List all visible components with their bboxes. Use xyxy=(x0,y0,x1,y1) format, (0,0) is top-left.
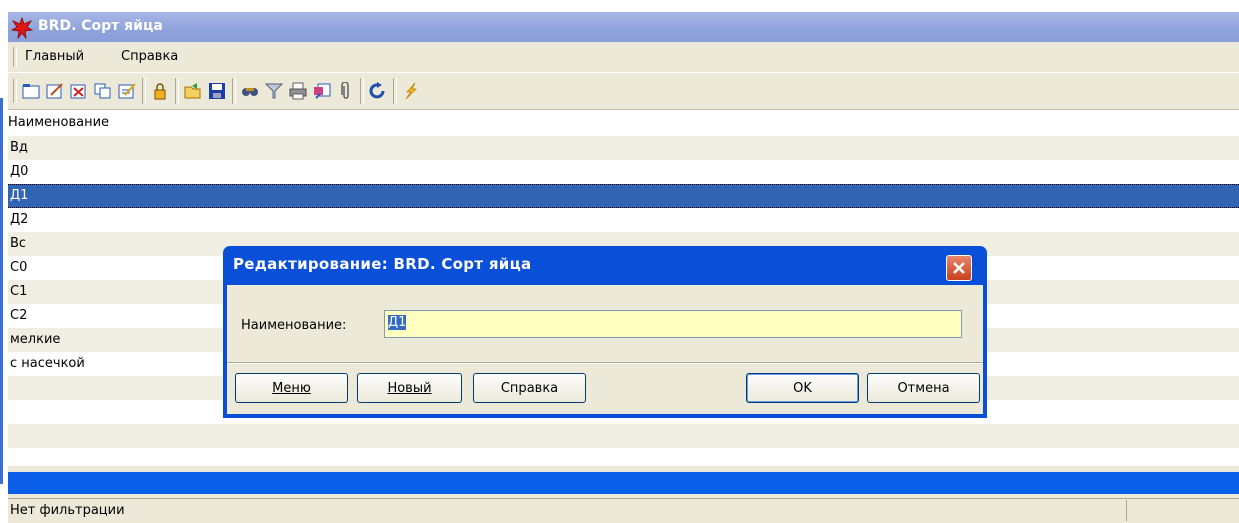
title-bar[interactable]: BRD. Сорт яйца xyxy=(8,12,1239,42)
copy-icon[interactable] xyxy=(92,80,114,102)
menu-help[interactable]: Справка xyxy=(119,49,180,64)
print-icon[interactable] xyxy=(287,80,309,102)
dialog-title: Редактирование: BRD. Сорт яйца xyxy=(233,255,532,273)
attach-icon[interactable] xyxy=(335,80,357,102)
menu-button-label: Меню xyxy=(272,380,311,396)
toolbar xyxy=(8,73,1239,110)
folder-icon[interactable] xyxy=(20,80,42,102)
new-button[interactable]: Новый xyxy=(357,373,462,403)
toolbar-separator xyxy=(142,78,146,104)
row-cell: С2 xyxy=(10,308,28,323)
lock-icon[interactable] xyxy=(149,80,171,102)
dialog-separator xyxy=(227,362,983,364)
name-field-label: Наименование: xyxy=(241,318,347,333)
red-star-icon xyxy=(10,16,34,40)
window-title: BRD. Сорт яйца xyxy=(38,18,163,34)
lightning-icon[interactable] xyxy=(400,80,422,102)
column-header-name[interactable]: Наименование xyxy=(8,115,109,130)
edit-dialog: Редактирование: BRD. Сорт яйца Наименова… xyxy=(223,246,987,418)
status-text: Нет фильтрации xyxy=(10,503,125,518)
delete-icon[interactable] xyxy=(68,80,90,102)
row-cell: мелкие xyxy=(10,332,61,347)
ok-button[interactable]: OK xyxy=(746,373,859,403)
status-bar: Нет фильтрации xyxy=(8,498,1239,523)
help-button[interactable]: Справка xyxy=(473,373,586,403)
name-field[interactable]: Д1 xyxy=(384,310,962,338)
row-cell: Д2 xyxy=(10,212,29,227)
menu-button[interactable]: Меню xyxy=(235,373,348,403)
table-row[interactable]: Д0 xyxy=(8,160,1239,184)
filter-icon[interactable] xyxy=(263,80,285,102)
cancel-button-label: Отмена xyxy=(897,380,950,396)
export-icon[interactable] xyxy=(311,80,333,102)
table-row[interactable]: Д2 xyxy=(8,208,1239,232)
row-cell: Вс xyxy=(10,236,27,251)
save-icon[interactable] xyxy=(206,80,228,102)
menu-grip xyxy=(13,47,17,67)
row-cell: с насечкой xyxy=(10,356,85,371)
name-field-value: Д1 xyxy=(388,315,407,330)
toolbar-separator xyxy=(393,78,397,104)
help-button-label: Справка xyxy=(500,380,559,396)
row-cell: С0 xyxy=(10,260,28,275)
edit-icon[interactable] xyxy=(44,80,66,102)
find-icon[interactable] xyxy=(239,80,261,102)
toolbar-separator xyxy=(232,78,236,104)
row-cell: Д1 xyxy=(10,188,29,203)
toolbar-grip xyxy=(13,79,17,103)
left-edge xyxy=(0,98,3,484)
close-icon xyxy=(953,262,965,274)
grid-header[interactable]: Наименование xyxy=(8,110,1239,136)
toolbar-separator xyxy=(360,78,364,104)
refresh-icon[interactable] xyxy=(367,80,389,102)
menu-main[interactable]: Главный xyxy=(23,49,86,64)
ok-button-label: OK xyxy=(793,380,812,396)
table-row[interactable]: Вд xyxy=(8,136,1239,160)
menu-bar: Главный Справка xyxy=(8,42,1239,73)
row-cell: Д0 xyxy=(10,164,29,179)
new-button-label: Новый xyxy=(387,380,432,396)
cancel-button[interactable]: Отмена xyxy=(867,373,980,403)
grid-footer-bar xyxy=(8,472,1239,494)
dialog-body: Наименование: Д1 Меню Новый Справка OK О… xyxy=(227,285,983,414)
status-panel xyxy=(1126,500,1235,521)
edit-multiple-icon[interactable] xyxy=(116,80,138,102)
toolbar-separator xyxy=(175,78,179,104)
open-folder-icon[interactable] xyxy=(182,80,204,102)
row-cell: С1 xyxy=(10,284,28,299)
table-row-empty[interactable] xyxy=(8,424,1239,448)
close-button[interactable] xyxy=(946,255,972,281)
table-row-selected[interactable]: Д1 xyxy=(8,184,1239,208)
row-cell: Вд xyxy=(10,140,28,155)
